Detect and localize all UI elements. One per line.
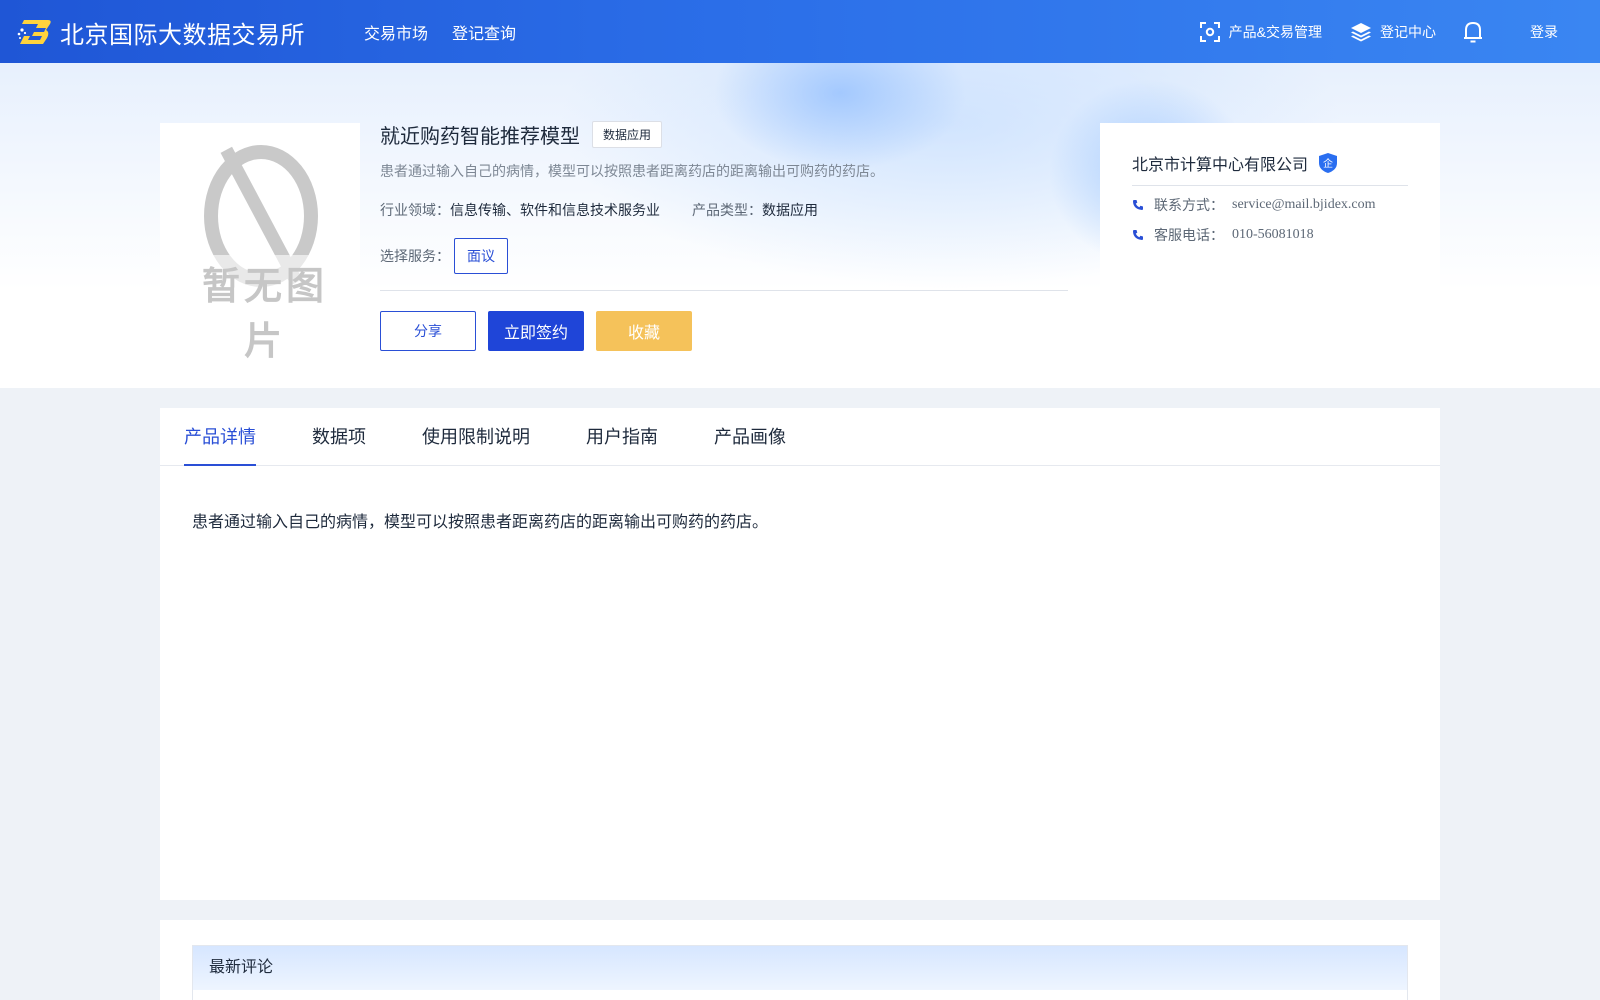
- comments-title: 最新评论: [193, 946, 1407, 990]
- service-option-negotiable[interactable]: 面议: [454, 238, 508, 274]
- product-detail-card: 产品详情 数据项 使用限制说明 用户指南 产品画像 患者通过输入自己的病情，模型…: [160, 408, 1440, 900]
- enterprise-badge-text: 企: [1323, 157, 1333, 170]
- no-image-text: 暂无图片: [190, 255, 340, 365]
- contact-phone-row: 客服电话： 010-56081018: [1132, 225, 1408, 245]
- bell-icon: [1464, 21, 1482, 42]
- product-info: 就近购药智能推荐模型 数据应用 患者通过输入自己的病情，模型可以按照患者距离药店…: [380, 120, 1068, 351]
- product-trade-management-label: 产品&交易管理: [1228, 23, 1322, 40]
- layers-icon: [1351, 22, 1371, 41]
- industry-value: 信息传输、软件和信息技术服务业: [450, 202, 660, 218]
- company-name[interactable]: 北京市计算中心有限公司: [1132, 151, 1308, 175]
- company-divider: [1132, 185, 1408, 186]
- brand[interactable]: 北京国际大数据交易所: [16, 12, 305, 52]
- top-right-actions: 产品&交易管理 登记中心 登录: [1199, 0, 1600, 63]
- tab-data-items[interactable]: 数据项: [312, 408, 366, 465]
- sign-now-button[interactable]: 立即签约: [488, 311, 584, 351]
- product-type-label: 产品类型：: [692, 202, 762, 218]
- detail-content-text: 患者通过输入自己的病情，模型可以按照患者距离药店的距离输出可购药的药店。: [192, 514, 769, 531]
- notification-button[interactable]: [1462, 20, 1492, 44]
- service-label: 选择服务：: [380, 248, 450, 264]
- phone-icon: [1133, 230, 1143, 240]
- login-button[interactable]: 登录: [1530, 22, 1558, 42]
- comments-card: 最新评论: [160, 920, 1440, 1000]
- favorite-button[interactable]: 收藏: [596, 311, 692, 351]
- product-image-placeholder: 暂无图片: [160, 123, 360, 365]
- login-label: 登录: [1530, 23, 1558, 40]
- phone-label: 客服电话：: [1154, 227, 1224, 243]
- product-description: 患者通过输入自己的病情，模型可以按照患者距离药店的距离输出可购药的药店。: [380, 163, 884, 179]
- industry-label: 行业领域：: [380, 202, 450, 218]
- product-trade-management-link[interactable]: 产品&交易管理: [1199, 21, 1322, 43]
- info-divider: [380, 290, 1068, 291]
- service-phone: 010-56081018: [1232, 227, 1314, 242]
- comments-panel: 最新评论: [192, 945, 1408, 1000]
- tab-usage-restrictions[interactable]: 使用限制说明: [422, 408, 530, 465]
- nav-registration-query[interactable]: 登记查询: [452, 20, 516, 44]
- scan-focus-icon: [1199, 21, 1220, 42]
- share-button[interactable]: 分享: [380, 311, 476, 351]
- tab-product-profile[interactable]: 产品画像: [714, 408, 786, 465]
- product-hero: 暂无图片 就近购药智能推荐模型 数据应用 患者通过输入自己的病情，模型可以按照患…: [0, 63, 1600, 388]
- register-center-label: 登记中心: [1380, 23, 1436, 40]
- product-type-value: 数据应用: [762, 202, 818, 218]
- product-meta: 行业领域： 信息传输、软件和信息技术服务业 产品类型： 数据应用: [380, 200, 1068, 220]
- product-type-tag: 数据应用: [592, 120, 663, 148]
- tab-product-details[interactable]: 产品详情: [184, 408, 256, 466]
- top-bar: 北京国际大数据交易所 交易市场 登记查询 产品&交易管理 登记中心 登录: [0, 0, 1600, 63]
- contact-label: 联系方式：: [1154, 197, 1224, 213]
- tab-user-guide[interactable]: 用户指南: [586, 408, 658, 465]
- contact-email-row: 联系方式： service@mail.bjidex.com: [1132, 195, 1408, 215]
- register-center-link[interactable]: 登记中心: [1350, 21, 1436, 43]
- phone-icon: [1133, 200, 1143, 210]
- main-nav: 交易市场 登记查询: [364, 20, 516, 44]
- brand-name: 北京国际大数据交易所: [60, 21, 305, 49]
- company-card: 北京市计算中心有限公司 企 联系方式： service@mail.bjidex.…: [1100, 123, 1440, 323]
- enterprise-verified-icon: 企: [1319, 153, 1338, 173]
- contact-email[interactable]: service@mail.bjidex.com: [1232, 197, 1376, 213]
- product-title: 就近购药智能推荐模型: [380, 125, 580, 148]
- service-selector: 选择服务： 面议: [380, 238, 1068, 274]
- detail-tabs: 产品详情 数据项 使用限制说明 用户指南 产品画像: [160, 408, 1440, 466]
- nav-trade-market[interactable]: 交易市场: [364, 20, 428, 44]
- brand-logo-icon: [17, 20, 51, 44]
- action-buttons: 分享 立即签约 收藏: [380, 311, 1068, 351]
